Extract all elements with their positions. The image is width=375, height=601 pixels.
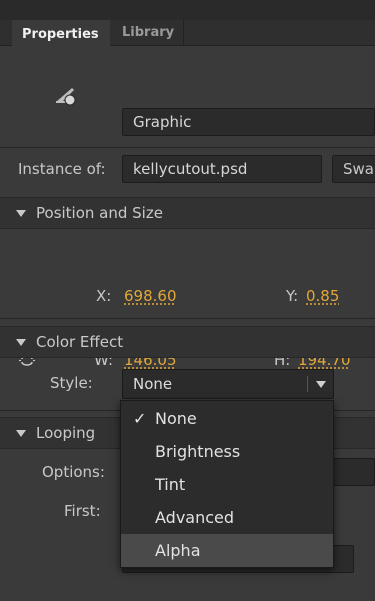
section-color-effect[interactable]: Color Effect	[0, 326, 375, 358]
menu-item-label: Tint	[155, 475, 186, 494]
instance-of-label: Instance of:	[18, 160, 106, 178]
menu-item-none[interactable]: ✓ None	[121, 402, 333, 435]
x-label: X:	[96, 287, 112, 305]
menu-item-advanced[interactable]: Advanced	[121, 501, 333, 534]
menu-item-label: None	[155, 409, 197, 428]
style-label: Style:	[50, 374, 93, 392]
symbol-type-value: Graphic	[133, 113, 192, 131]
collapse-triangle-icon	[16, 339, 26, 346]
divider	[0, 318, 375, 319]
y-label: Y:	[286, 287, 299, 305]
select-separator	[307, 376, 308, 392]
options-label: Options:	[42, 463, 105, 481]
instance-name-value: kellycutout.psd	[133, 160, 248, 178]
first-label: First:	[64, 502, 101, 520]
menu-item-alpha[interactable]: Alpha	[121, 534, 333, 567]
section-position-size[interactable]: Position and Size	[0, 197, 375, 229]
y-value[interactable]: 0.85	[306, 287, 339, 305]
style-select[interactable]: None	[122, 369, 334, 399]
symbol-type-field[interactable]: Graphic	[122, 108, 375, 136]
checkmark-icon: ✓	[133, 409, 147, 428]
collapse-triangle-icon	[16, 210, 26, 217]
chevron-down-icon	[316, 381, 326, 388]
menu-item-brightness[interactable]: Brightness	[121, 435, 333, 468]
swap-button[interactable]: Swa	[332, 155, 375, 183]
section-title: Looping	[36, 424, 96, 442]
style-select-value: None	[133, 375, 173, 393]
section-title: Color Effect	[36, 333, 124, 351]
collapse-triangle-icon	[16, 430, 26, 437]
graphic-symbol-icon	[56, 88, 76, 106]
section-title: Position and Size	[36, 204, 163, 222]
swap-button-label: Swa	[343, 160, 374, 178]
menu-item-tint[interactable]: Tint	[121, 468, 333, 501]
tab-bar: Properties Library	[0, 0, 375, 46]
menu-item-label: Alpha	[155, 541, 201, 560]
tab-library[interactable]: Library	[112, 20, 184, 46]
x-value[interactable]: 698.60	[124, 287, 177, 305]
menu-item-label: Brightness	[155, 442, 241, 461]
style-dropdown-menu: ✓ None Brightness Tint Advanced Alpha	[120, 400, 334, 568]
divider	[0, 147, 375, 148]
instance-name-field[interactable]: kellycutout.psd	[122, 155, 322, 183]
tab-properties[interactable]: Properties	[12, 20, 110, 46]
menu-item-label: Advanced	[155, 508, 235, 527]
